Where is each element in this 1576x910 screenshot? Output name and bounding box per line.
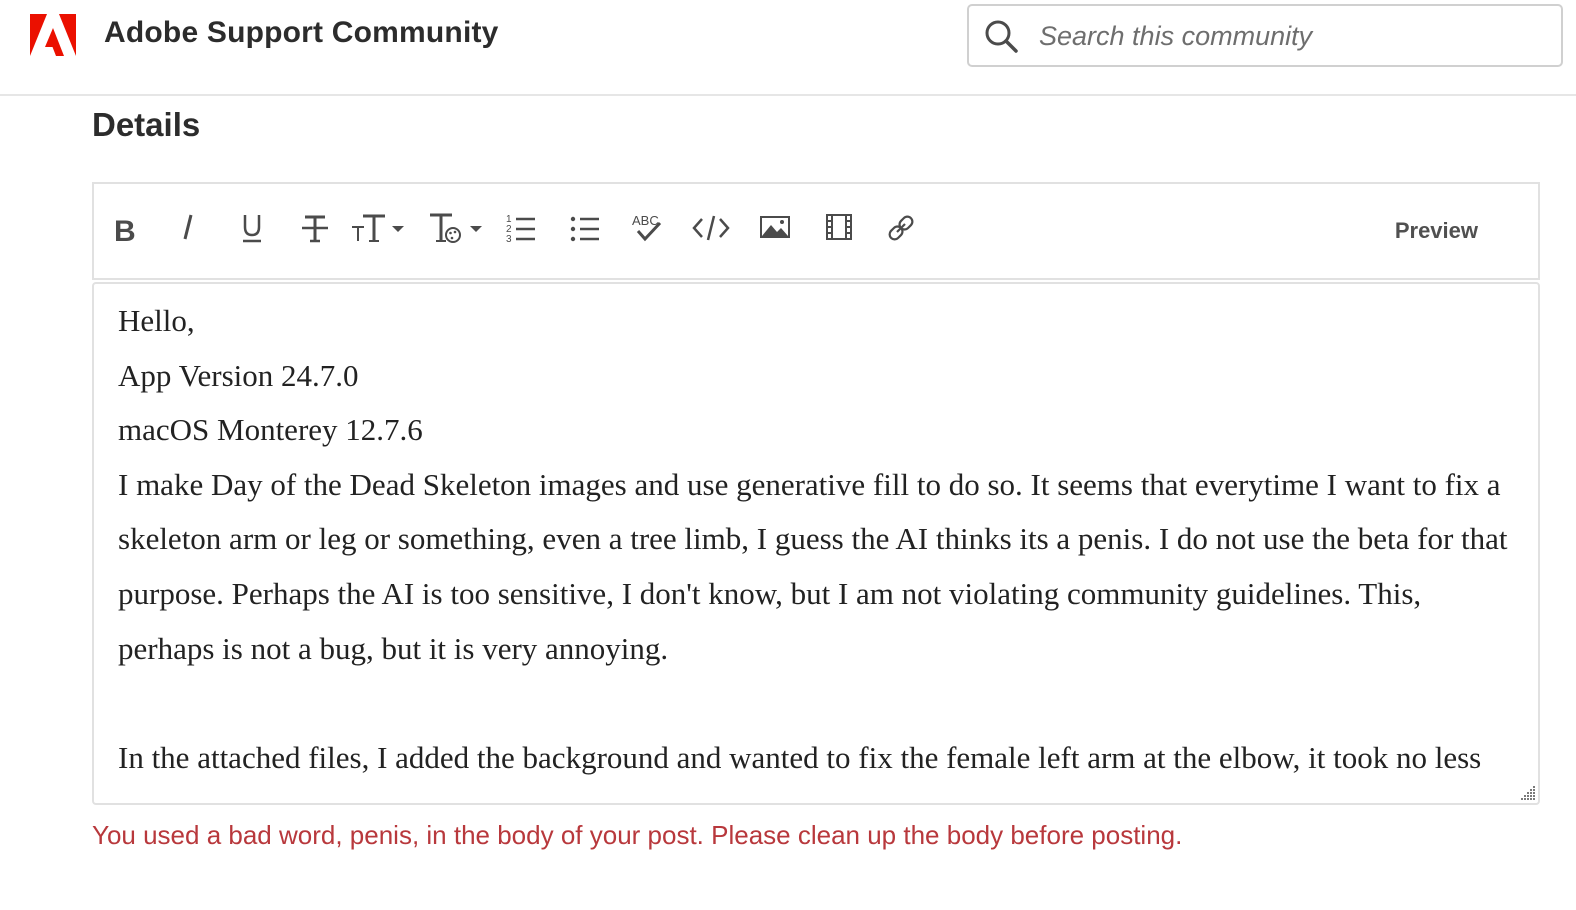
site-header: Adobe Support Community (0, 0, 1576, 96)
strikethrough-icon (302, 215, 328, 243)
italic-icon (183, 214, 193, 240)
editor-paragraph: In the attached files, I added the backg… (118, 739, 1482, 775)
numbered-list-icon: 1 2 3 (506, 214, 535, 245)
adobe-logo[interactable] (30, 14, 76, 56)
bulleted-list-icon (570, 216, 599, 242)
spell-check-icon: ABC (632, 213, 662, 242)
italic-button[interactable] (172, 208, 204, 248)
resize-handle-icon[interactable] (1518, 783, 1536, 801)
preview-button[interactable]: Preview (1395, 218, 1478, 244)
editor-line: macOS Monterey 12.7.6 (118, 412, 423, 448)
bold-button[interactable]: B (108, 208, 140, 248)
editor-line: App Version 24.7.0 (118, 357, 359, 393)
underline-button[interactable] (236, 208, 268, 248)
spell-check-button[interactable]: ABC (630, 208, 664, 248)
bulleted-list-button[interactable] (568, 208, 602, 248)
editor-toolbar: B 1 2 3 ABC Preview (92, 182, 1540, 280)
strikethrough-button[interactable] (298, 208, 332, 248)
editor-paragraph: I make Day of the Dead Skeleton images a… (118, 466, 1508, 666)
font-size-button[interactable] (350, 208, 408, 248)
text-format-icon (430, 213, 482, 243)
search-box[interactable] (967, 4, 1563, 67)
validation-error-message: You used a bad word, penis, in the body … (92, 820, 1183, 850)
svg-text:ABC: ABC (632, 213, 659, 228)
insert-link-button[interactable] (884, 208, 918, 248)
image-icon (760, 216, 790, 238)
font-size-icon (352, 214, 404, 242)
svg-text:3: 3 (506, 234, 512, 245)
search-input[interactable] (1039, 16, 1539, 56)
underline-icon (243, 215, 261, 243)
editor-line: Hello, (118, 303, 195, 338)
site-title[interactable]: Adobe Support Community (104, 16, 499, 50)
post-body-editor[interactable]: Hello, App Version 24.7.0 macOS Monterey… (92, 282, 1540, 805)
code-icon (692, 215, 730, 241)
text-format-button[interactable] (428, 208, 488, 248)
insert-image-button[interactable] (758, 208, 792, 248)
search-icon[interactable] (983, 18, 1019, 54)
svg-text:B: B (114, 215, 136, 245)
editor-content[interactable]: Hello, App Version 24.7.0 macOS Monterey… (118, 294, 1518, 785)
video-icon (826, 214, 852, 240)
code-button[interactable] (692, 208, 730, 248)
insert-video-button[interactable] (822, 208, 856, 248)
link-icon (888, 215, 914, 241)
bold-icon: B (114, 215, 136, 245)
details-heading: Details (92, 106, 201, 143)
numbered-list-button[interactable]: 1 2 3 (504, 208, 538, 248)
